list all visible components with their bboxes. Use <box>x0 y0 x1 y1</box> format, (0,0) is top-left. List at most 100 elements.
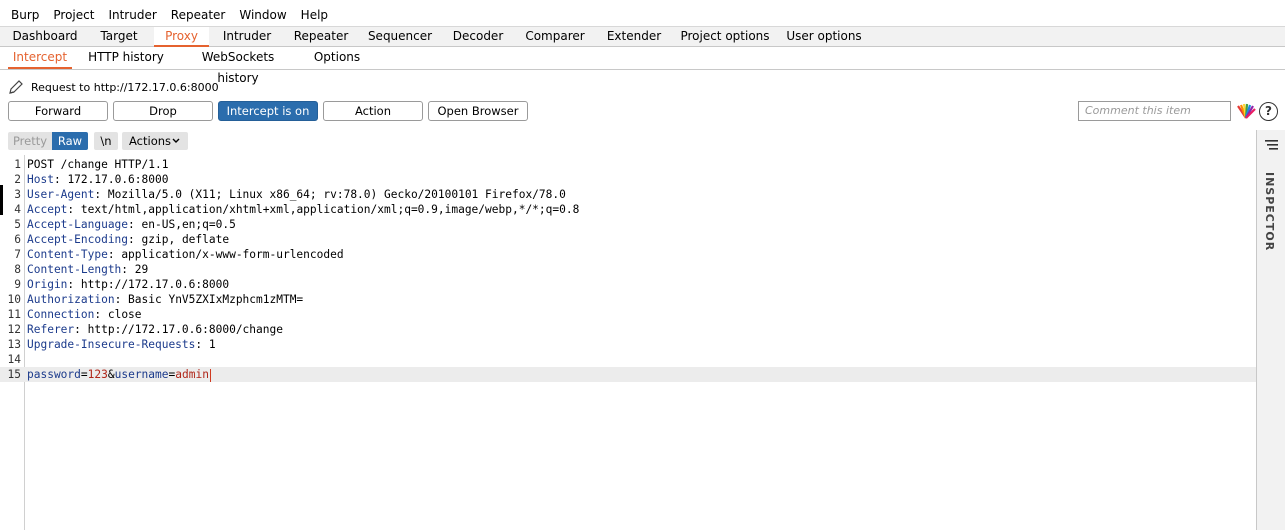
menu-window[interactable]: Window <box>232 4 293 26</box>
request-line: 13 Upgrade-Insecure-Requests: 1 <box>0 337 1256 352</box>
request-target-label: Request to http://172.17.0.6:8000 <box>31 80 219 94</box>
menu-bar: Burp Project Intruder Repeater Window He… <box>0 4 1285 26</box>
tab-proxy[interactable]: Proxy <box>154 27 209 47</box>
tab-target[interactable]: Target <box>92 27 146 47</box>
header-name: Accept <box>27 203 68 216</box>
tab-intruder[interactable]: Intruder <box>216 27 278 47</box>
request-line: 1 POST /change HTTP/1.1 <box>0 157 1256 172</box>
tab-intercept[interactable]: Intercept <box>8 47 72 69</box>
header-name: Host <box>27 173 54 186</box>
param-name: username <box>114 368 169 381</box>
line-number: 9 <box>14 278 21 291</box>
tab-http-history[interactable]: HTTP history <box>86 47 166 69</box>
help-icon[interactable]: ? <box>1259 102 1278 121</box>
header-name: Accept-Language <box>27 218 129 231</box>
tab-comparer[interactable]: Comparer <box>522 27 588 47</box>
menu-help[interactable]: Help <box>294 4 335 26</box>
header-value: Mozilla/5.0 (X11; Linux x86_64; rv:78.0)… <box>107 188 566 201</box>
pencil-icon[interactable] <box>8 79 24 95</box>
tab-options[interactable]: Options <box>308 47 366 69</box>
request-line: 15 password=123&username=admin <box>0 367 1256 382</box>
chevron-down-icon <box>172 138 180 143</box>
menu-burp[interactable]: Burp <box>4 4 46 26</box>
line-number: 14 <box>7 353 21 366</box>
tab-repeater[interactable]: Repeater <box>288 27 354 47</box>
editor-actions-label: Actions <box>129 134 172 148</box>
header-value: en-US,en;q=0.5 <box>141 218 236 231</box>
menu-icon[interactable] <box>1265 140 1278 150</box>
tab-user-options[interactable]: User options <box>786 27 862 47</box>
window-edge <box>0 185 3 215</box>
tab-extender[interactable]: Extender <box>603 27 665 47</box>
line-number: 2 <box>14 173 21 186</box>
highlight-color-icon[interactable] <box>1236 102 1256 120</box>
drop-button[interactable]: Drop <box>113 101 213 121</box>
line-number: 5 <box>14 218 21 231</box>
menu-intruder[interactable]: Intruder <box>101 4 163 26</box>
request-line: 3 User-Agent: Mozilla/5.0 (X11; Linux x86… <box>0 187 1256 202</box>
header-value: 29 <box>134 263 149 276</box>
header-value: application/x-www-form-urlencoded <box>121 248 344 261</box>
line-number: 12 <box>7 323 21 336</box>
header-name: Referer <box>27 323 75 336</box>
header-name: Accept-Encoding <box>27 233 129 246</box>
request-line: 11 Connection: close <box>0 307 1256 322</box>
line-number: 15 <box>7 368 21 381</box>
header-name: User-Agent <box>27 188 95 201</box>
menu-repeater[interactable]: Repeater <box>164 4 233 26</box>
request-editor[interactable]: 1 POST /change HTTP/1.1 2 Host: 172.17.0.6… <box>0 155 1256 530</box>
inspector-panel[interactable]: INSPECTOR <box>1256 130 1285 530</box>
request-line: 4 Accept: text/html,application/xhtml+xml… <box>0 202 1256 217</box>
raw-view-button[interactable]: Raw <box>52 132 88 150</box>
header-value: http://172.17.0.6:8000 <box>80 278 230 291</box>
header-value: close <box>107 308 142 321</box>
line-number: 4 <box>14 203 21 216</box>
proxy-sub-tab-bar: Intercept HTTP history WebSockets histor… <box>0 47 1285 85</box>
main-tab-bar: Dashboard Target Proxy Intruder Repeater… <box>0 26 1285 47</box>
param-name: password <box>27 368 81 381</box>
line-number: 3 <box>14 188 21 201</box>
line-number: 13 <box>7 338 21 351</box>
request-line: 7 Content-Type: application/x-www-form-ur… <box>0 247 1256 262</box>
editor-actions-dropdown[interactable]: Actions <box>122 132 188 150</box>
request-line: 12 Referer: http://172.17.0.6:8000/change <box>0 322 1256 337</box>
header-value: Basic YnV5ZXIxMzphcm1zMTM= <box>128 293 304 306</box>
tab-decoder[interactable]: Decoder <box>448 27 508 47</box>
tab-dashboard[interactable]: Dashboard <box>6 27 84 47</box>
line-number: 10 <box>7 293 21 306</box>
line-number: 6 <box>14 233 21 246</box>
open-browser-button[interactable]: Open Browser <box>428 101 528 121</box>
request-line: 8 Content-Length: 29 <box>0 262 1256 277</box>
intercept-toggle-button[interactable]: Intercept is on <box>218 101 318 121</box>
line-number: 8 <box>14 263 21 276</box>
request-line: 6 Accept-Encoding: gzip, deflate <box>0 232 1256 247</box>
header-name: Upgrade-Insecure-Requests <box>27 338 196 351</box>
line-number: 11 <box>7 308 21 321</box>
show-newlines-button[interactable]: \n <box>94 132 118 150</box>
header-value: 1 <box>208 338 216 351</box>
param-value: 123 <box>87 368 108 381</box>
header-value: 172.17.0.6:8000 <box>67 173 169 186</box>
comment-input[interactable]: Comment this item <box>1078 101 1231 121</box>
request-lines: 1 POST /change HTTP/1.1 2 Host: 172.17.0.6… <box>0 157 1256 382</box>
line-number: 1 <box>14 158 21 171</box>
pretty-view-button[interactable]: Pretty <box>8 132 52 150</box>
tab-project-options[interactable]: Project options <box>680 27 770 47</box>
request-line: 10 Authorization: Basic YnV5ZXIxMzphcm1zM… <box>0 292 1256 307</box>
tab-sequencer[interactable]: Sequencer <box>364 27 436 47</box>
header-name: Content-Type <box>27 248 108 261</box>
header-value: http://172.17.0.6:8000/change <box>87 323 283 336</box>
request-start-line: POST /change HTTP/1.1 <box>27 158 169 171</box>
request-line: 2 Host: 172.17.0.6:8000 <box>0 172 1256 187</box>
header-name: Connection <box>27 308 95 321</box>
action-button[interactable]: Action <box>323 101 423 121</box>
header-name: Origin <box>27 278 68 291</box>
param-value: admin <box>175 368 209 381</box>
menu-project[interactable]: Project <box>46 4 101 26</box>
tab-websockets-history[interactable]: WebSockets history <box>182 47 294 85</box>
inspector-label[interactable]: INSPECTOR <box>1263 172 1276 251</box>
message-editor-toolbar: Pretty Raw \n Actions <box>0 130 1256 154</box>
request-line: 14 <box>0 352 1256 367</box>
forward-button[interactable]: Forward <box>8 101 108 121</box>
burp-suite-window: Burp Project Intruder Repeater Window He… <box>0 0 1285 530</box>
